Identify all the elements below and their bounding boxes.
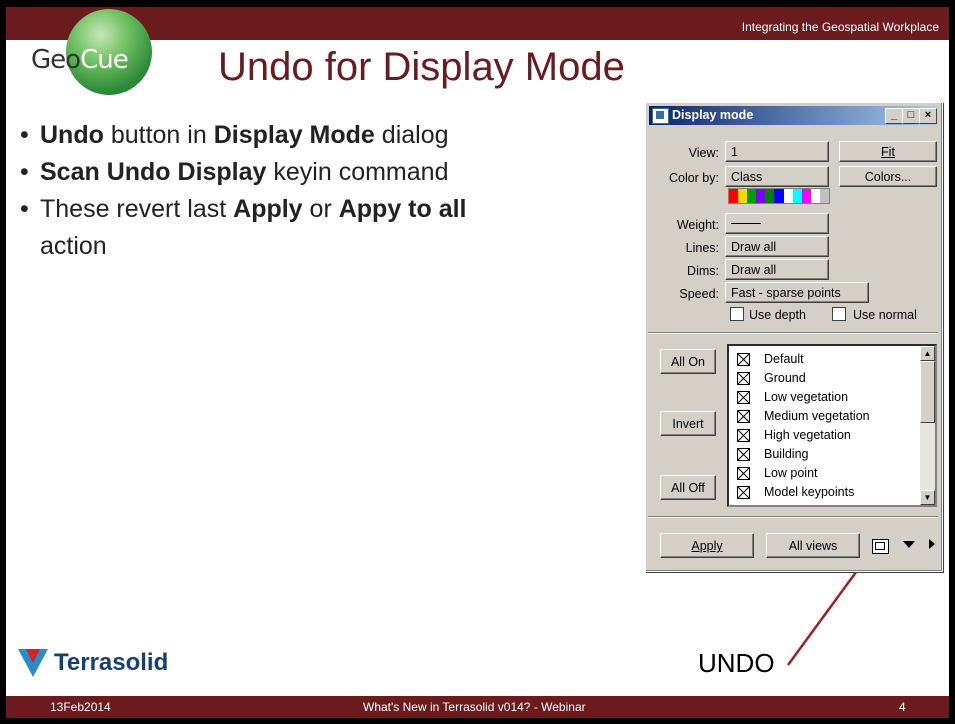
apply-button[interactable]: Apply xyxy=(660,533,754,558)
weight-label: Weight: xyxy=(676,218,719,232)
list-scrollbar[interactable]: ▲ ▼ xyxy=(920,346,935,505)
scroll-down-icon[interactable]: ▼ xyxy=(920,490,935,505)
color-swatch-cell xyxy=(774,189,784,203)
dims-select[interactable]: Draw all xyxy=(725,259,829,280)
color-swatch-cell xyxy=(756,189,766,203)
all-on-button[interactable]: All On xyxy=(660,349,716,374)
list-item[interactable]: Medium vegetation xyxy=(737,407,870,425)
invert-button[interactable]: Invert xyxy=(660,411,716,436)
list-item[interactable]: Building xyxy=(737,445,808,463)
divider xyxy=(648,332,938,334)
close-button[interactable]: × xyxy=(919,108,937,124)
app-icon xyxy=(652,108,669,124)
divider xyxy=(648,516,938,518)
checked-box-icon[interactable] xyxy=(737,466,750,480)
weight-line-icon xyxy=(731,223,761,224)
speed-select[interactable]: Fast - sparse points xyxy=(725,282,869,303)
list-item[interactable]: Low point xyxy=(737,464,818,482)
class-color-strip xyxy=(728,188,830,204)
checked-box-icon[interactable] xyxy=(737,352,750,366)
scroll-up-icon[interactable]: ▲ xyxy=(920,346,935,361)
undo-icon xyxy=(875,542,885,550)
list-item[interactable]: Low vegetation xyxy=(737,388,848,406)
list-item[interactable]: Ground xyxy=(737,369,806,387)
checked-box-icon[interactable] xyxy=(737,409,750,423)
class-name: Low point xyxy=(764,466,818,480)
maximize-button[interactable]: □ xyxy=(902,108,920,124)
dims-label: Dims: xyxy=(687,264,719,278)
list-item[interactable]: Model keypoints xyxy=(737,483,854,501)
checked-box-icon[interactable] xyxy=(737,390,750,404)
checked-box-icon[interactable] xyxy=(737,428,750,442)
all-off-button[interactable]: All Off xyxy=(660,475,716,500)
class-name: Building xyxy=(764,447,809,461)
view-select[interactable]: 1 xyxy=(725,141,829,162)
weight-select[interactable] xyxy=(725,213,829,234)
class-name: Medium vegetation xyxy=(764,409,870,423)
display-mode-dialog: Display mode _ □ × View: 1 Fit Color by:… xyxy=(645,102,943,572)
color-swatch-cell xyxy=(729,189,739,203)
checked-box-icon[interactable] xyxy=(737,485,750,499)
color-swatch-cell xyxy=(801,189,811,203)
color-swatch-cell xyxy=(810,189,820,203)
checked-box-icon[interactable] xyxy=(737,371,750,385)
checked-box-icon[interactable] xyxy=(737,447,750,461)
color-swatch-cell xyxy=(792,189,802,203)
use-normal-label: Use normal xyxy=(853,308,917,322)
undo-button[interactable] xyxy=(872,539,889,554)
footer-title: What's New in Terrasolid v014? - Webinar xyxy=(363,700,586,714)
class-name: Model keypoints xyxy=(764,485,855,499)
all-views-button[interactable]: All views xyxy=(766,533,860,558)
use-depth-checkbox[interactable] xyxy=(730,307,744,321)
colors-button[interactable]: Colors... xyxy=(839,166,937,187)
class-name: High vegetation xyxy=(764,428,851,442)
color-by-label: Color by: xyxy=(668,171,719,185)
footer-bar: 13Feb2014 What's New in Terrasolid v014?… xyxy=(6,696,949,718)
color-swatch-cell xyxy=(765,189,775,203)
color-swatch-cell xyxy=(747,189,757,203)
color-swatch-cell xyxy=(819,189,830,203)
color-by-select[interactable]: Class xyxy=(725,166,829,187)
footer-date: 13Feb2014 xyxy=(50,700,111,714)
dialog-title: Display mode xyxy=(672,108,754,122)
scroll-thumb[interactable] xyxy=(920,361,935,423)
fit-button[interactable]: Fit xyxy=(839,141,937,162)
page-number: 4 xyxy=(899,700,906,714)
class-list[interactable]: ▲ ▼ Default Ground Low vegetation Medium ve… xyxy=(727,344,937,507)
dropdown-arrow-icon[interactable] xyxy=(903,541,915,548)
expand-arrow-icon[interactable] xyxy=(929,539,935,549)
minimize-button[interactable]: _ xyxy=(885,108,903,124)
list-item[interactable]: Default xyxy=(737,350,804,368)
class-name: Low vegetation xyxy=(764,390,849,404)
color-swatch-cell xyxy=(738,189,748,203)
view-label: View: xyxy=(688,146,719,160)
class-name: Ground xyxy=(764,371,806,385)
use-normal-checkbox[interactable] xyxy=(832,307,846,321)
list-item[interactable]: High vegetation xyxy=(737,426,851,444)
color-swatch-cell xyxy=(783,189,793,203)
dialog-titlebar[interactable]: Display mode _ □ × xyxy=(649,106,937,125)
speed-label: Speed: xyxy=(679,287,719,301)
use-depth-label: Use depth xyxy=(749,308,806,322)
lines-label: Lines: xyxy=(685,241,719,255)
lines-select[interactable]: Draw all xyxy=(725,236,829,257)
class-name: Default xyxy=(764,352,804,366)
